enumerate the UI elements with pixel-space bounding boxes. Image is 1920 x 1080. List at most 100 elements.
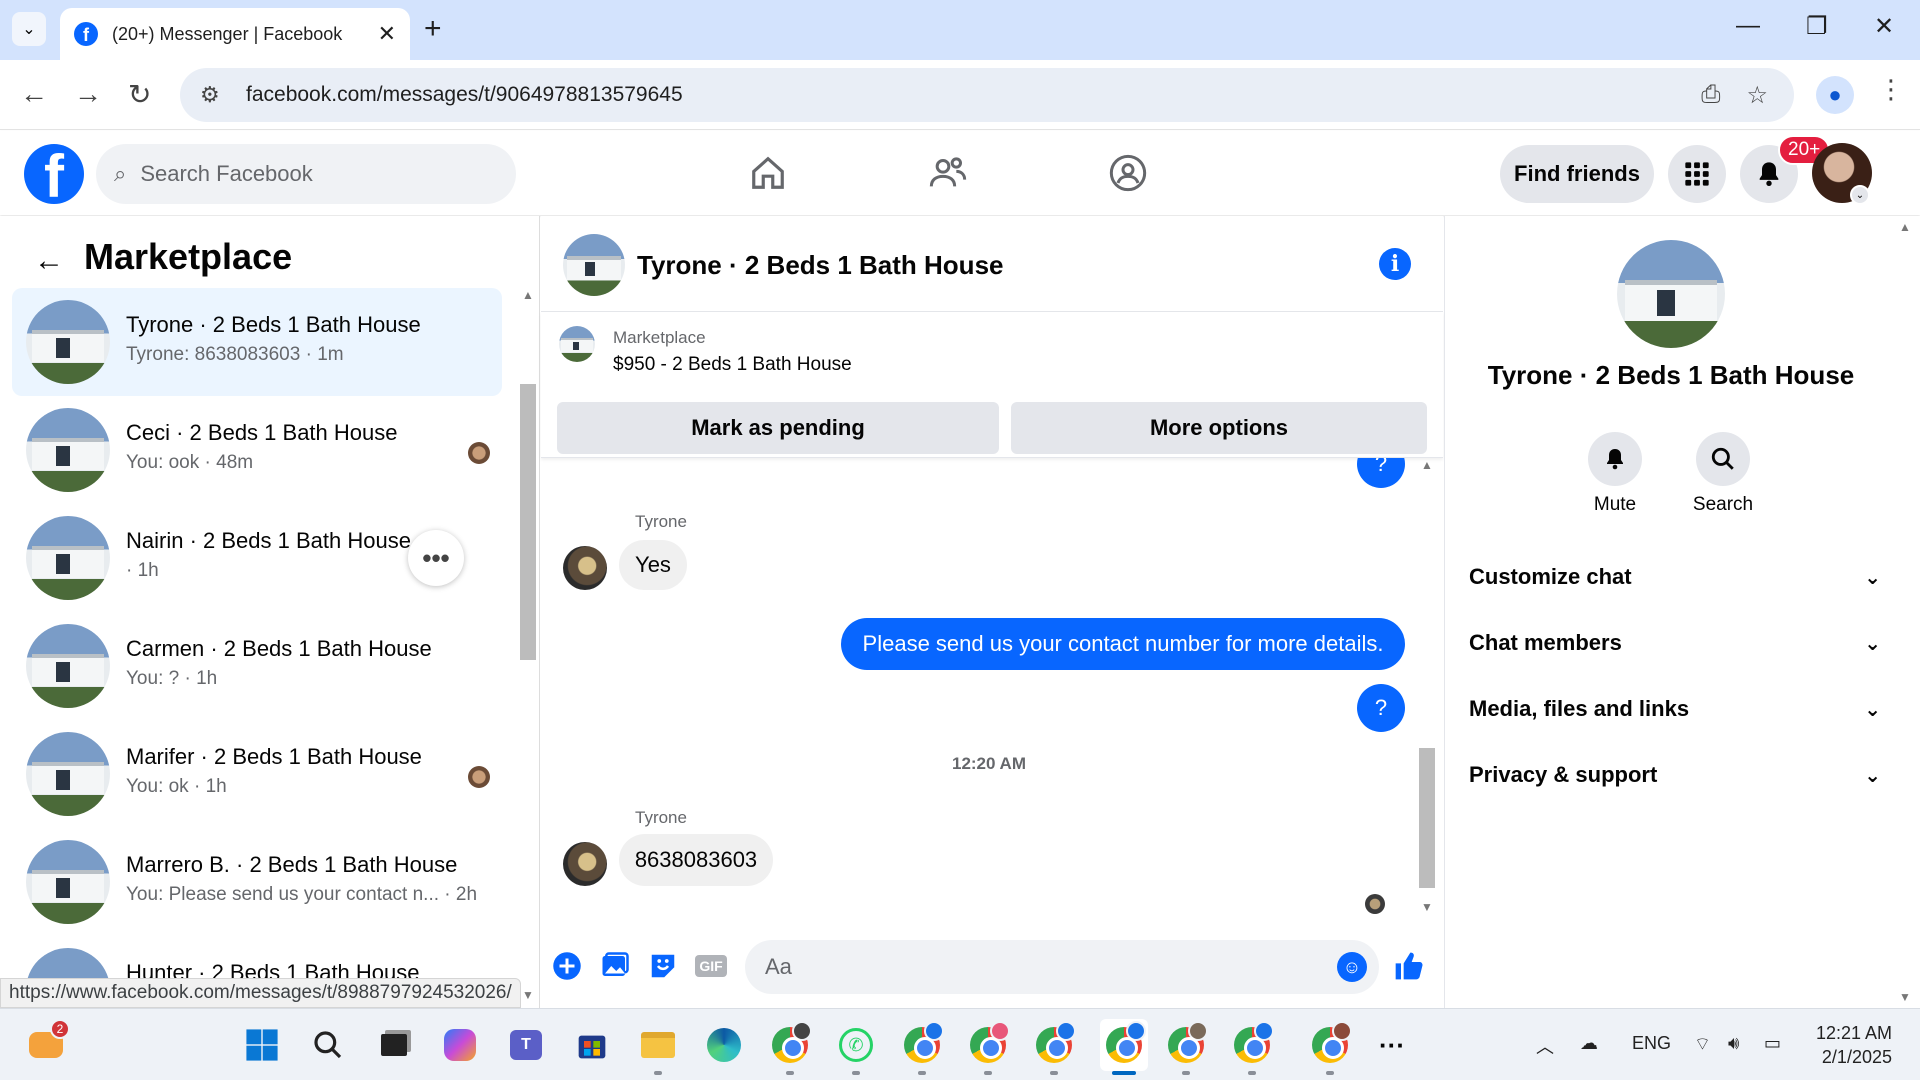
scroll-up-icon[interactable]: ▲ xyxy=(1421,458,1433,472)
copilot-icon[interactable] xyxy=(440,1025,480,1065)
search-icon[interactable] xyxy=(308,1025,348,1065)
scroll-down-icon[interactable]: ▼ xyxy=(522,988,534,1002)
outgoing-message[interactable]: ? xyxy=(1357,684,1405,732)
sender-avatar[interactable] xyxy=(563,842,607,886)
weather-widget-icon[interactable]: 2 xyxy=(26,1019,70,1065)
scroll-up-icon[interactable]: ▲ xyxy=(522,288,534,302)
scrollbar-thumb[interactable] xyxy=(1419,748,1435,888)
add-plus-icon[interactable] xyxy=(551,950,583,982)
outgoing-message[interactable]: Please send us your contact number for m… xyxy=(841,618,1405,670)
url-text[interactable]: facebook.com/messages/t/9064978813579645 xyxy=(246,83,1701,107)
listing-price-title[interactable]: $950 - 2 Beds 1 Bath House xyxy=(613,354,852,376)
battery-icon[interactable]: ▭ xyxy=(1764,1033,1781,1054)
chrome-profile-icon[interactable] xyxy=(968,1021,1010,1065)
customize-chat-section[interactable]: Customize chat ⌄ xyxy=(1469,552,1881,602)
search-icon[interactable] xyxy=(1696,432,1750,486)
search-in-chat-button[interactable]: Search xyxy=(1673,432,1773,516)
chrome-profile-icon[interactable] xyxy=(1166,1021,1208,1065)
more-options-icon[interactable]: ••• xyxy=(408,530,464,586)
browser-profile-icon[interactable]: ● xyxy=(1816,76,1854,114)
menu-grid-icon[interactable] xyxy=(1668,145,1726,203)
teams-icon[interactable]: T xyxy=(506,1025,546,1065)
gif-icon[interactable]: GIF xyxy=(695,950,727,982)
sender-avatar[interactable] xyxy=(563,546,607,590)
privacy-support-section[interactable]: Privacy & support ⌄ xyxy=(1469,750,1881,800)
listing-thumbnail[interactable] xyxy=(563,234,625,296)
conversation-item[interactable]: Marrero B. · 2 Beds 1 Bath House You: Pl… xyxy=(12,828,502,936)
chrome-profile-icon[interactable] xyxy=(902,1021,944,1065)
minimize-icon[interactable]: — xyxy=(1736,12,1760,40)
bookmark-star-icon[interactable]: ☆ xyxy=(1746,81,1768,110)
scroll-up-icon[interactable]: ▲ xyxy=(1899,220,1911,234)
close-tab-icon[interactable]: ✕ xyxy=(378,21,396,47)
info-icon[interactable]: i xyxy=(1379,248,1411,280)
like-thumb-icon[interactable] xyxy=(1393,950,1425,982)
media-files-links-section[interactable]: Media, files and links ⌄ xyxy=(1469,684,1881,734)
more-apps-icon[interactable]: ··· xyxy=(1372,1025,1412,1065)
back-arrow-icon[interactable]: ← xyxy=(20,78,48,110)
chrome-profile-active-icon[interactable] xyxy=(1100,1019,1148,1071)
conversation-item[interactable]: Tyrone · 2 Beds 1 Bath House Tyrone: 863… xyxy=(12,288,502,396)
facebook-search-input[interactable]: ⌕ Search Facebook xyxy=(96,144,516,204)
forward-arrow-icon[interactable]: → xyxy=(74,78,102,110)
scroll-down-icon[interactable]: ▼ xyxy=(1421,900,1433,914)
message-input[interactable]: Aa ☺ xyxy=(745,940,1379,994)
incoming-message[interactable]: Yes xyxy=(619,540,687,590)
mute-button[interactable]: Mute xyxy=(1565,432,1665,516)
facebook-logo-icon[interactable]: f xyxy=(24,144,84,204)
outgoing-message[interactable]: ? xyxy=(1357,458,1405,488)
bell-icon[interactable] xyxy=(1588,432,1642,486)
conversation-item[interactable]: Marifer · 2 Beds 1 Bath House You: ok · … xyxy=(12,720,502,828)
wifi-icon[interactable]: ⌔ xyxy=(1694,1033,1711,1056)
chevron-up-icon[interactable]: ︿ xyxy=(1536,1033,1554,1059)
task-view-icon[interactable] xyxy=(374,1025,414,1065)
volume-icon[interactable]: 🔊︎ xyxy=(1728,1033,1739,1054)
chrome-profile-icon[interactable] xyxy=(1310,1021,1352,1065)
listing-thumbnail[interactable] xyxy=(1617,240,1725,348)
system-clock[interactable]: 12:21 AM 2/1/2025 xyxy=(1812,1021,1892,1069)
conversation-item[interactable]: Ceci · 2 Beds 1 Bath House You: ook · 48… xyxy=(12,396,502,504)
chrome-profile-icon[interactable] xyxy=(1034,1021,1076,1065)
conversation-list-scrollbar[interactable]: ▲ ▼ xyxy=(518,288,538,1008)
sticker-icon[interactable] xyxy=(647,950,679,982)
file-explorer-icon[interactable] xyxy=(638,1025,678,1065)
chat-title[interactable]: Tyrone · 2 Beds 1 Bath House xyxy=(637,250,1004,281)
conversation-item[interactable]: Carmen · 2 Beds 1 Bath House You: ? · 1h xyxy=(12,612,502,720)
account-chevron-icon[interactable]: ⌄ xyxy=(1850,185,1870,205)
whatsapp-icon[interactable]: ✆ xyxy=(836,1025,876,1065)
site-settings-icon[interactable]: ⚙ xyxy=(200,82,226,108)
mark-as-pending-button[interactable]: Mark as pending xyxy=(557,402,999,454)
emoji-icon[interactable]: ☺ xyxy=(1337,952,1367,982)
chrome-profile-icon[interactable] xyxy=(1232,1021,1274,1065)
back-arrow-icon[interactable]: ← xyxy=(34,244,64,278)
groups-icon[interactable] xyxy=(1106,151,1150,195)
close-window-icon[interactable]: ✕ xyxy=(1874,12,1894,41)
chat-members-section[interactable]: Chat members ⌄ xyxy=(1469,618,1881,668)
clock-date: 2/1/2025 xyxy=(1821,1047,1892,1067)
microsoft-store-icon[interactable] xyxy=(572,1025,612,1065)
photo-icon[interactable] xyxy=(599,950,631,982)
browser-menu-icon[interactable]: ⋮ xyxy=(1878,74,1904,105)
onedrive-cloud-icon[interactable]: ☁ xyxy=(1580,1033,1598,1054)
more-options-button[interactable]: More options xyxy=(1011,402,1427,454)
browser-tab-active[interactable]: f (20+) Messenger | Facebook ✕ xyxy=(60,8,410,60)
address-bar[interactable]: ⚙ facebook.com/messages/t/90649788135796… xyxy=(180,68,1794,122)
edge-icon[interactable] xyxy=(704,1025,744,1065)
reload-icon[interactable]: ↻ xyxy=(128,78,151,111)
install-app-icon[interactable]: ⎙ xyxy=(1701,81,1720,109)
chat-scrollbar[interactable]: ▲ ▼ xyxy=(1416,458,1438,918)
find-friends-button[interactable]: Find friends xyxy=(1500,145,1654,203)
tab-search-dropdown[interactable]: ⌄ xyxy=(12,12,46,46)
home-icon[interactable] xyxy=(746,151,790,195)
incoming-message[interactable]: 8638083603 xyxy=(619,834,773,886)
scrollbar-thumb[interactable] xyxy=(520,384,536,660)
friends-icon[interactable] xyxy=(926,151,970,195)
restore-icon[interactable]: ❐ xyxy=(1806,12,1828,41)
conversation-item[interactable]: Nairin · 2 Beds 1 Bath House · 1h ••• xyxy=(12,504,502,612)
listing-thumbnail[interactable] xyxy=(559,326,595,362)
scroll-down-icon[interactable]: ▼ xyxy=(1899,990,1911,1004)
new-tab-button[interactable]: + xyxy=(424,14,442,44)
language-indicator[interactable]: ENG xyxy=(1632,1033,1671,1054)
windows-start-icon[interactable] xyxy=(242,1025,282,1065)
chrome-profile-icon[interactable] xyxy=(770,1021,812,1065)
